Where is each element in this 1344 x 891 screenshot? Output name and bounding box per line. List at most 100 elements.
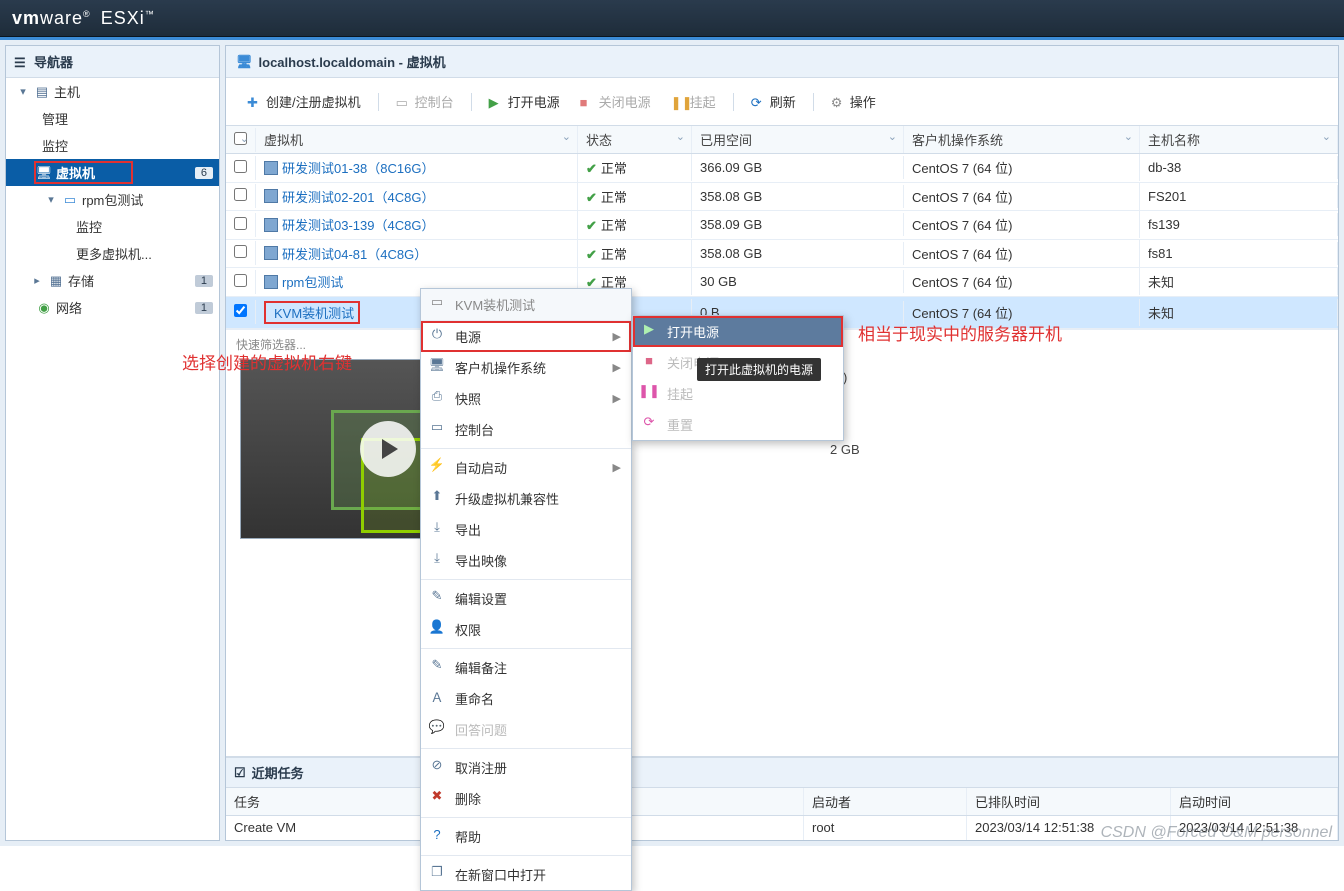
nav-network[interactable]: ◉ 网络 1 <box>6 294 219 321</box>
cell-name[interactable]: 研发测试03-139（4C8G） <box>256 211 578 239</box>
row-checkbox[interactable] <box>234 188 247 201</box>
tasks-row[interactable]: Create VM 测试 root 2023/03/14 12:51:38 20… <box>226 816 1338 840</box>
actions-button[interactable]: ⚙操作 <box>824 88 883 115</box>
col-checkbox[interactable] <box>226 128 256 152</box>
cell-hostname: 未知 <box>1140 268 1338 295</box>
tasks-header[interactable]: ☑近期任务 <box>226 758 1338 788</box>
stop-icon: ■ <box>580 95 594 109</box>
play-icon: ▶ <box>489 95 503 109</box>
create-icon: ✚ <box>247 95 261 109</box>
console-icon: ▭ <box>429 419 445 435</box>
vm-row[interactable]: 研发测试03-139（4C8G）✔正常358.09 GBCentOS 7 (64… <box>226 211 1338 240</box>
ctx-item-unreg[interactable]: ⊘取消注册 <box>421 752 631 783</box>
power-icon: ⏻ <box>429 326 445 342</box>
ctx-item-help[interactable]: ?帮助 <box>421 821 631 852</box>
cell-state: ✔正常 <box>578 183 692 210</box>
col-state[interactable]: 状态 <box>578 126 692 153</box>
ctx-power-play[interactable]: ▶打开电源 <box>633 316 843 347</box>
row-checkbox[interactable] <box>234 304 247 317</box>
ctx-item-auto[interactable]: ⚡自动启动▶ <box>421 452 631 483</box>
cell-os: CentOS 7 (64 位) <box>904 299 1140 326</box>
cell-name[interactable]: 研发测试02-201（4C8G） <box>256 183 578 211</box>
ctx-item-exportWith[interactable]: ⤓导出映像 <box>421 545 631 576</box>
ctx-item-newwin[interactable]: ❐在新窗口中打开 <box>421 859 631 890</box>
guest-icon: 🖥 <box>429 357 445 373</box>
nav-manage[interactable]: 管理 <box>6 105 219 132</box>
ctx-item-export[interactable]: ⤓导出 <box>421 514 631 545</box>
vm-row[interactable]: 研发测试02-201（4C8G）✔正常358.08 GBCentOS 7 (64… <box>226 183 1338 212</box>
ctx-title: ▭ KVM装机测试 <box>421 289 631 321</box>
row-checkbox[interactable] <box>234 245 247 258</box>
vm-row[interactable]: 研发测试01-38（8C16G）✔正常366.09 GBCentOS 7 (64… <box>226 154 1338 183</box>
ctx-item-upgrade[interactable]: ⬆升级虚拟机兼容性 <box>421 483 631 514</box>
nav-host[interactable]: ▾ ▤ 主机 <box>6 78 219 105</box>
reset-icon: ⟳ <box>641 414 657 430</box>
ctx-item-perm[interactable]: 👤权限 <box>421 614 631 645</box>
cell-name[interactable]: 研发测试04-81（4C8G） <box>256 240 578 268</box>
console-button[interactable]: ▭控制台 <box>389 88 461 115</box>
vm-icon: ▭ <box>62 192 78 208</box>
ctx-item-guest[interactable]: 🖥客户机操作系统▶ <box>421 352 631 383</box>
ctx-item-delete[interactable]: ✖删除 <box>421 783 631 814</box>
sidebar: ☰ 导航器 ▾ ▤ 主机 管理 监控 🖥 虚拟机 6 ▾ ▭ rpm包测试 监控… <box>5 45 220 841</box>
nav-monitor[interactable]: 监控 <box>6 132 219 159</box>
cell-hostname: 未知 <box>1140 299 1338 326</box>
nav-vm-rpm[interactable]: ▾ ▭ rpm包测试 <box>6 186 219 213</box>
nav-vms[interactable]: 🖥 虚拟机 6 <box>6 159 219 186</box>
gear-icon: ⚙ <box>831 95 845 109</box>
row-checkbox[interactable] <box>234 217 247 230</box>
nav-more-vms[interactable]: 更多虚拟机... <box>6 240 219 267</box>
ctx-item-answer: 💬回答问题 <box>421 714 631 745</box>
select-all-checkbox[interactable] <box>234 132 247 145</box>
exportWith-icon: ⤓ <box>429 550 445 566</box>
status-ok-icon: ✔ <box>586 161 597 176</box>
col-space[interactable]: 已用空间 <box>692 126 904 153</box>
refresh-button[interactable]: ⟳刷新 <box>744 88 803 115</box>
recent-tasks: ☑近期任务 任务 启动者 已排队时间 启动时间 Create VM 测试 roo… <box>226 756 1338 840</box>
ctx-power-pause: ❚❚挂起 <box>633 378 843 409</box>
cell-name[interactable]: 研发测试01-38（8C16G） <box>256 154 578 182</box>
tasks-icon: ☑ <box>234 765 246 781</box>
ctx-item-edit[interactable]: ✎编辑设置 <box>421 583 631 614</box>
newwin-icon: ❐ <box>429 864 445 880</box>
power-on-button[interactable]: ▶打开电源 <box>482 88 567 115</box>
nav-storage[interactable]: ▸ ▦ 存储 1 <box>6 267 219 294</box>
tcol-initiator[interactable]: 启动者 <box>804 788 967 815</box>
col-os[interactable]: 客户机操作系统 <box>904 126 1140 153</box>
col-name[interactable]: 虚拟机 <box>256 126 578 153</box>
cell-os: CentOS 7 (64 位) <box>904 183 1140 210</box>
vm-icon <box>264 161 278 175</box>
ctx-item-snapshot[interactable]: ⎙快照▶ <box>421 383 631 414</box>
vm-row[interactable]: rpm包测试✔正常30 GBCentOS 7 (64 位)未知 <box>226 268 1338 297</box>
console-icon: ▭ <box>396 95 410 109</box>
cell-space: 358.09 GB <box>692 213 904 236</box>
storage-icon: ▦ <box>48 273 64 289</box>
ctx-item-notes[interactable]: ✎编辑备注 <box>421 652 631 683</box>
tooltip: 打开此虚拟机的电源 <box>697 358 821 381</box>
status-ok-icon: ✔ <box>586 247 597 262</box>
cell-state: ✔正常 <box>578 240 692 267</box>
row-checkbox[interactable] <box>234 274 247 287</box>
host-icon: ▤ <box>34 84 50 100</box>
create-vm-button[interactable]: ✚创建/注册虚拟机 <box>240 88 368 115</box>
nav-vm-monitor[interactable]: 监控 <box>6 213 219 240</box>
suspend-button[interactable]: ❚❚挂起 <box>664 88 723 115</box>
unreg-icon: ⊘ <box>429 757 445 773</box>
delete-icon: ✖ <box>429 788 445 804</box>
cell-space: 358.08 GB <box>692 185 904 208</box>
ctx-item-console[interactable]: ▭控制台 <box>421 414 631 445</box>
col-hostname[interactable]: 主机名称 <box>1140 126 1338 153</box>
pause-icon: ❚❚ <box>671 95 685 109</box>
vm-row[interactable]: 研发测试04-81（4C8G）✔正常358.08 GBCentOS 7 (64 … <box>226 240 1338 269</box>
cell-hostname: fs139 <box>1140 213 1338 236</box>
power-off-button[interactable]: ■关闭电源 <box>573 88 658 115</box>
ctx-item-power[interactable]: ⏻电源▶ <box>421 321 631 352</box>
tcol-started[interactable]: 启动时间 <box>1171 788 1338 815</box>
ctx-item-rename[interactable]: Ａ重命名 <box>421 683 631 714</box>
toolbar: ✚创建/注册虚拟机 ▭控制台 ▶打开电源 ■关闭电源 ❚❚挂起 ⟳刷新 ⚙操作 <box>226 78 1338 125</box>
export-icon: ⤓ <box>429 519 445 535</box>
row-checkbox[interactable] <box>234 160 247 173</box>
tcol-queued[interactable]: 已排队时间 <box>967 788 1171 815</box>
play-overlay-icon[interactable] <box>360 421 416 477</box>
cell-os: CentOS 7 (64 位) <box>904 268 1140 295</box>
